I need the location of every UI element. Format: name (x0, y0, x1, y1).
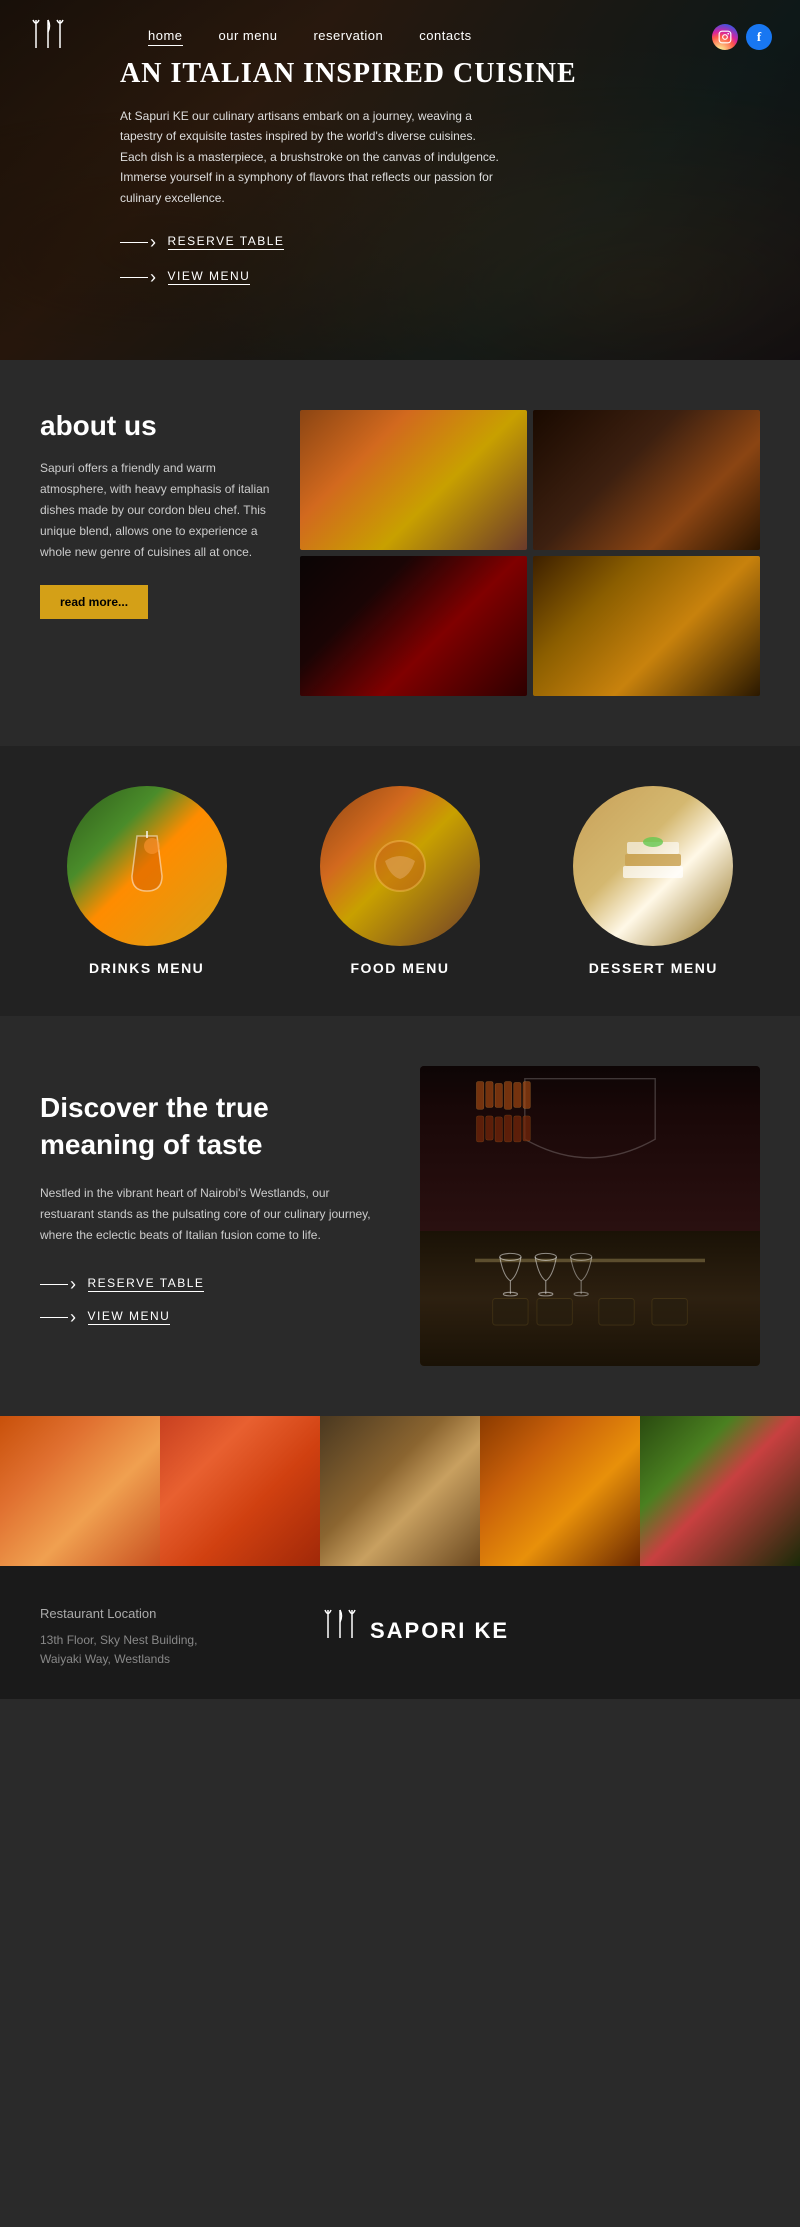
gallery-strip (0, 1416, 800, 1566)
dessert-menu-label: DESSERT MENU (589, 960, 718, 976)
about-left: about us Sapuri offers a friendly and wa… (40, 410, 300, 619)
gallery-image-3 (320, 1416, 480, 1566)
dessert-circle (573, 786, 733, 946)
nav-links: home our menu reservation contacts (148, 28, 712, 46)
facebook-icon[interactable]: f (746, 24, 772, 50)
discover-reserve-arrow-icon (40, 1274, 78, 1295)
discover-menu-arrow-icon (40, 1307, 78, 1328)
food-image-4 (533, 556, 760, 696)
view-menu-button[interactable]: VIEW MENU (120, 267, 250, 288)
footer-location-label: Restaurant Location (40, 1606, 260, 1621)
about-title: about us (40, 410, 270, 442)
footer-logo-text: SAPORI KE (370, 1618, 509, 1644)
about-text: Sapuri offers a friendly and warm atmosp… (40, 458, 270, 563)
drinks-menu-label: DRINKS MENU (89, 960, 204, 976)
discover-menu-button[interactable]: VIEW MENU (40, 1307, 170, 1328)
discover-menu-label: VIEW MENU (88, 1309, 171, 1325)
view-menu-label: VIEW MENU (168, 269, 251, 285)
menu-section: DRINKS MENU FOOD MENU DESSERT MENU (0, 746, 800, 1016)
discover-reserve-button[interactable]: RESERVE TABLE (40, 1274, 204, 1295)
about-images (300, 410, 760, 696)
footer-location: Restaurant Location 13th Floor, Sky Nest… (40, 1606, 260, 1669)
reserve-arrow-icon (120, 232, 158, 253)
instagram-icon[interactable] (712, 24, 738, 50)
discover-left: Discover the true meaning of taste Nestl… (40, 1090, 380, 1342)
reserve-label: RESERVE TABLE (168, 234, 285, 250)
nav-home[interactable]: home (148, 28, 183, 46)
social-icons: f (712, 24, 772, 50)
menu-item-food[interactable]: FOOD MENU (320, 786, 480, 976)
discover-text: Nestled in the vibrant heart of Nairobi'… (40, 1183, 380, 1246)
discover-reserve-label: RESERVE TABLE (88, 1276, 205, 1292)
menu-arrow-icon (120, 267, 158, 288)
gallery-image-2 (160, 1416, 320, 1566)
gallery-image-1 (0, 1416, 160, 1566)
food-image-3 (300, 556, 527, 696)
hero-description: At Sapuri KE our culinary artisans embar… (120, 106, 500, 208)
discover-title: Discover the true meaning of taste (40, 1090, 380, 1163)
discover-right (420, 1066, 760, 1366)
menu-item-drinks[interactable]: DRINKS MENU (67, 786, 227, 976)
drinks-circle (67, 786, 227, 946)
discover-section: Discover the true meaning of taste Nestl… (0, 1016, 800, 1416)
read-more-button[interactable]: read more... (40, 585, 148, 619)
navbar: home our menu reservation contacts f (0, 0, 800, 73)
logo[interactable] (28, 14, 148, 59)
about-section: about us Sapuri offers a friendly and wa… (0, 360, 800, 746)
menu-item-dessert[interactable]: DESSERT MENU (573, 786, 733, 976)
footer-address: 13th Floor, Sky Nest Building,Waiyaki Wa… (40, 1631, 260, 1669)
food-image-1 (300, 410, 527, 550)
food-circle (320, 786, 480, 946)
food-menu-label: FOOD MENU (350, 960, 449, 976)
bar-image (420, 1066, 760, 1366)
gallery-image-4 (480, 1416, 640, 1566)
nav-menu[interactable]: our menu (219, 28, 278, 46)
nav-contacts[interactable]: contacts (419, 28, 471, 46)
footer: Restaurant Location 13th Floor, Sky Nest… (0, 1566, 800, 1699)
gallery-image-5 (640, 1416, 800, 1566)
reserve-table-button[interactable]: RESERVE TABLE (120, 232, 284, 253)
footer-logo: SAPORI KE (320, 1606, 509, 1656)
nav-reservation[interactable]: reservation (313, 28, 383, 46)
food-image-2 (533, 410, 760, 550)
